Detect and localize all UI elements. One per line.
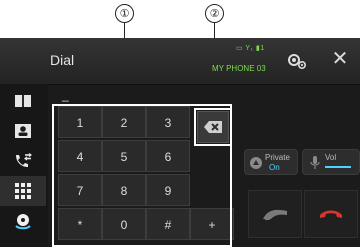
key-1[interactable]: 1 <box>58 106 102 138</box>
number-display: _ <box>62 88 69 102</box>
key-6[interactable]: 6 <box>146 140 190 172</box>
private-state: On <box>269 163 280 172</box>
key-hash[interactable]: # <box>146 208 190 240</box>
vol-level-bar <box>325 166 351 168</box>
key-9[interactable]: 9 <box>146 174 190 206</box>
sidebar-item-call-history[interactable] <box>0 146 46 176</box>
vol-label: Vol <box>325 153 337 162</box>
contacts-icon <box>15 124 31 138</box>
backspace-icon <box>204 121 222 133</box>
private-toggle[interactable]: Private On <box>244 149 298 175</box>
sidebar-item-phonebook[interactable] <box>0 86 46 116</box>
call-button[interactable] <box>248 190 302 238</box>
callout-1: ① <box>115 4 134 23</box>
key-8[interactable]: 8 <box>102 174 146 206</box>
callout-2: ② <box>205 4 224 23</box>
call-icon <box>263 209 287 220</box>
key-star[interactable]: * <box>58 208 102 240</box>
device-name: MY PHONE 03 <box>212 64 266 73</box>
mic-icon <box>310 156 320 169</box>
close-icon[interactable]: ✕ <box>330 48 350 70</box>
key-0[interactable]: 0 <box>102 208 146 240</box>
key-3[interactable]: 3 <box>146 106 190 138</box>
key-plus[interactable]: + <box>190 208 234 240</box>
voice-dial-icon <box>15 214 31 230</box>
call-history-icon <box>16 153 32 167</box>
key-2[interactable]: 2 <box>102 106 146 138</box>
private-label: Private <box>265 153 290 162</box>
key-4[interactable]: 4 <box>58 140 102 172</box>
keypad-icon <box>15 183 31 199</box>
status-icons: ▭ Y₁ ▮1 <box>236 45 265 52</box>
key-5[interactable]: 5 <box>102 140 146 172</box>
sidebar <box>0 84 48 247</box>
sidebar-item-contacts[interactable] <box>0 116 46 146</box>
sidebar-item-keypad[interactable] <box>0 176 46 206</box>
hangup-icon <box>320 210 342 218</box>
call-controls <box>240 190 360 238</box>
private-icon <box>250 157 262 169</box>
sidebar-item-voice-dial[interactable] <box>0 206 46 236</box>
page-title: Dial <box>50 52 75 68</box>
key-7[interactable]: 7 <box>58 174 102 206</box>
backspace-button[interactable] <box>197 111 229 143</box>
hangup-button[interactable] <box>304 190 358 238</box>
right-controls: Private On Vol <box>240 145 360 185</box>
header: Dial ▭ Y₁ ▮1 MY PHONE 03 ✕ <box>0 38 360 85</box>
vol-toggle[interactable]: Vol <box>302 149 360 175</box>
settings-icon[interactable] <box>286 51 308 71</box>
book-icon <box>15 95 31 107</box>
dial-screen: Dial ▭ Y₁ ▮1 MY PHONE 03 ✕ _ 1 2 3 4 5 6… <box>0 38 360 247</box>
